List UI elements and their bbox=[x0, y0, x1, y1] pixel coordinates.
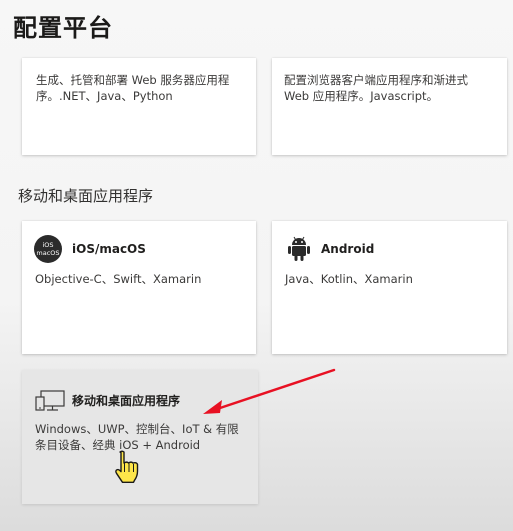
description-line: Windows、UWP、控制台、IoT & 有限 bbox=[35, 422, 239, 436]
web-app-card-description: 生成、托管和部署 Web 服务器应用程 序。.NET、Java、Python bbox=[36, 72, 251, 104]
spa-card[interactable]: 配置浏览器客户端应用程序和渐进式 Web 应用程序。Javascript。 bbox=[272, 58, 507, 155]
page-title: 配置平台 bbox=[13, 14, 113, 42]
desktop-monitor-icon bbox=[35, 390, 65, 411]
spa-card-description: 配置浏览器客户端应用程序和渐进式 Web 应用程序。Javascript。 bbox=[284, 72, 502, 104]
description-line: 配置浏览器客户端应用程序和渐进式 bbox=[284, 73, 468, 87]
card-description: Java、Kotlin、Xamarin bbox=[285, 272, 413, 286]
card-title: 移动和桌面应用程序 bbox=[72, 394, 181, 408]
icon-label: iOS bbox=[42, 241, 54, 249]
card-description: Objective-C、Swift、Xamarin bbox=[35, 272, 202, 286]
hand-pointer-icon bbox=[115, 450, 139, 483]
card-title: Android bbox=[321, 242, 375, 256]
apple-ios-icon: iOS macOS bbox=[34, 235, 62, 263]
description-line: 条目设备、经典 iOS + Android bbox=[35, 438, 201, 452]
android-card[interactable]: Android Java、Kotlin、Xamarin bbox=[272, 221, 507, 354]
ios-macos-card[interactable]: iOS macOS iOS/macOS Objective-C、Swift、Xa… bbox=[22, 221, 256, 354]
card-title: iOS/macOS bbox=[72, 242, 146, 256]
card-description: Windows、UWP、控制台、IoT & 有限 条目设备、经典 iOS + A… bbox=[35, 421, 255, 453]
description-line: 序。.NET、Java、Python bbox=[36, 89, 173, 103]
web-app-card[interactable]: 生成、托管和部署 Web 服务器应用程 序。.NET、Java、Python bbox=[22, 58, 256, 155]
android-icon bbox=[288, 236, 310, 261]
icon-label: macOS bbox=[36, 249, 60, 257]
description-line: 生成、托管和部署 Web 服务器应用程 bbox=[36, 73, 230, 87]
description-line: Web 应用程序。Javascript。 bbox=[284, 89, 439, 103]
mobile-desktop-section-heading: 移动和桌面应用程序 bbox=[18, 187, 154, 205]
